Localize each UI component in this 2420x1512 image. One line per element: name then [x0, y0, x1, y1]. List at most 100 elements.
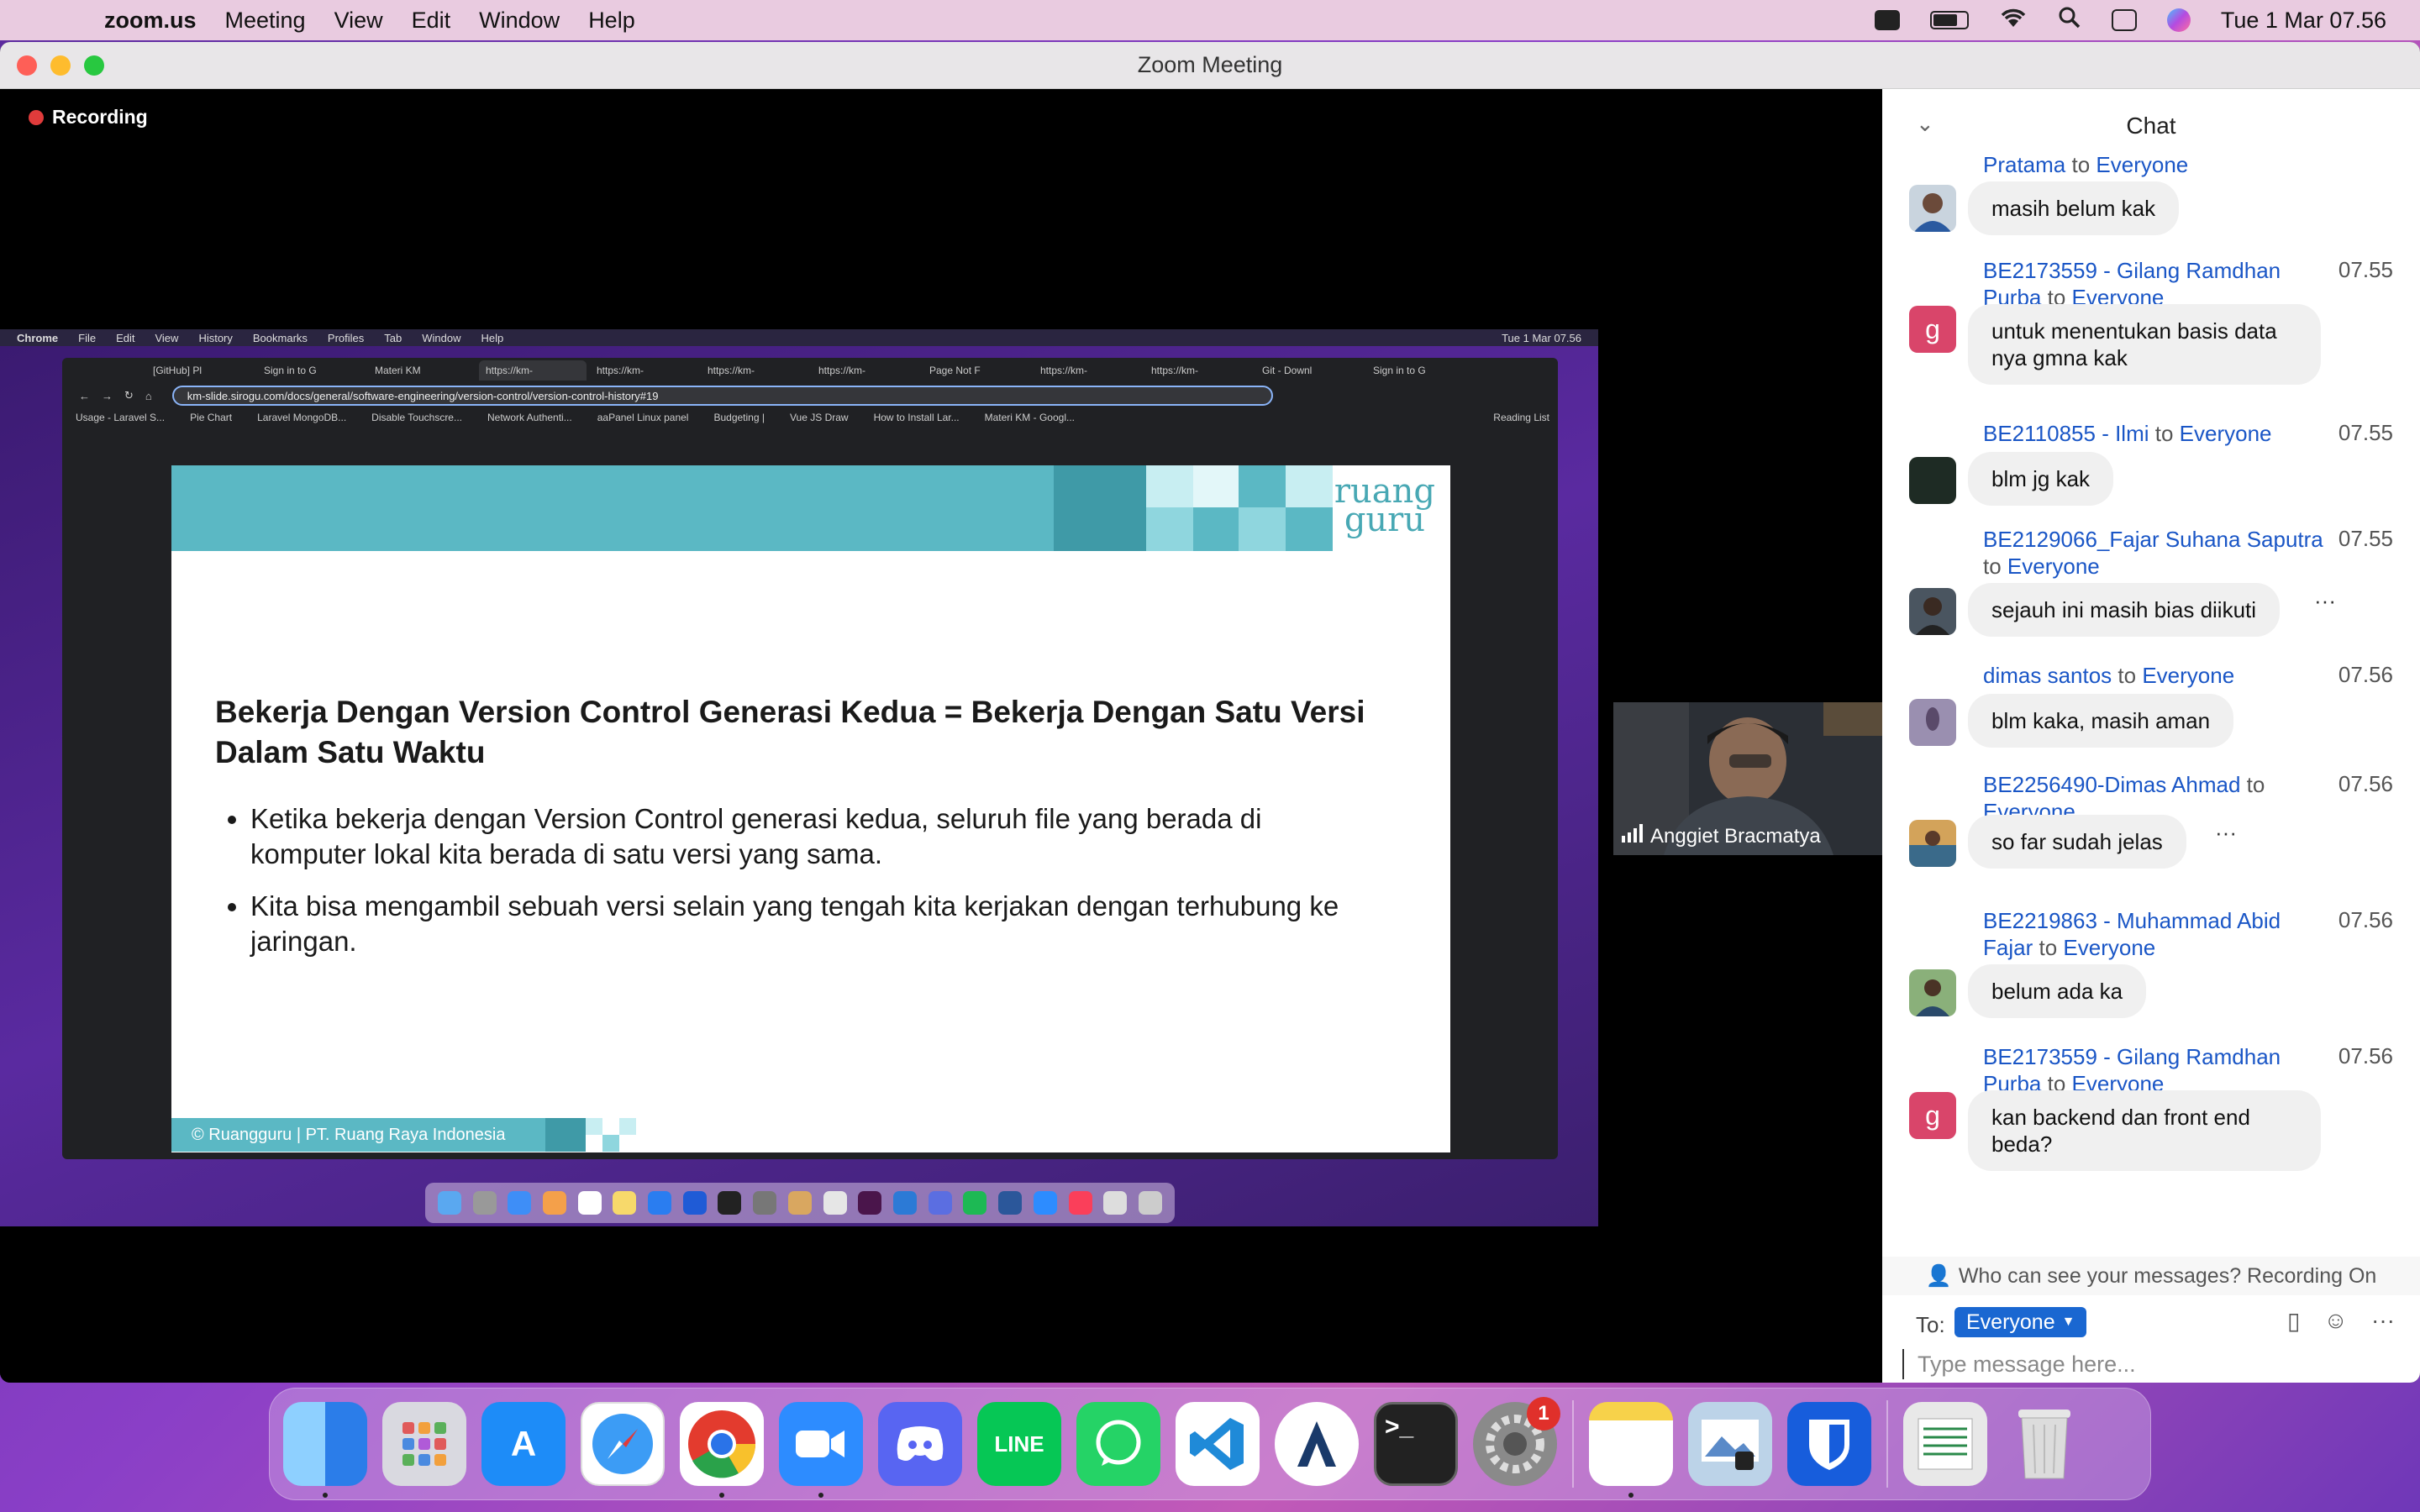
minimize-window-button[interactable] — [50, 55, 71, 76]
maximize-window-button[interactable] — [84, 55, 104, 76]
chat-time: 07.56 — [2338, 1043, 2393, 1068]
zoom-status-icon[interactable] — [1874, 10, 1900, 30]
bookmarks-bar: Usage - Laravel S... Pie Chart Laravel M… — [62, 408, 1558, 427]
more-options-icon[interactable]: ··· — [2215, 820, 2237, 846]
recipient-dropdown[interactable]: Everyone ▼ — [1954, 1307, 2087, 1337]
siri-icon[interactable] — [2166, 8, 2191, 32]
notes-icon[interactable] — [1589, 1402, 1673, 1498]
control-center-icon[interactable] — [2111, 9, 2137, 31]
wifi-icon[interactable] — [1999, 7, 2028, 34]
browser-tab: [GitHub] Pl — [153, 365, 203, 376]
participant-video[interactable]: Anggiet Bracmatya — [1613, 702, 1882, 855]
chat-time: 07.56 — [2338, 907, 2393, 932]
slide-decor-square — [1239, 507, 1286, 551]
dock-folder-icon — [1103, 1191, 1128, 1215]
sender-name[interactable]: Pratama — [1983, 153, 2065, 177]
browser-tab: https://km- — [597, 365, 644, 376]
avatar[interactable]: g — [1909, 1092, 1956, 1139]
line-icon[interactable]: LINE — [977, 1402, 1061, 1486]
chat-messages[interactable]: Pratama to Everyone masih belum kak BE21… — [1882, 153, 2420, 1278]
shared-menu-item: Edit — [116, 331, 135, 344]
browser-tab: Materi KM — [375, 365, 421, 376]
shared-menu-item: View — [155, 331, 179, 344]
to-label: to — [2039, 935, 2058, 960]
sender-name[interactable]: dimas santos — [1983, 663, 2112, 688]
xcode-instruments-icon[interactable] — [1275, 1402, 1359, 1486]
shared-menu-item: File — [78, 331, 97, 344]
dock-separator — [1886, 1400, 1888, 1488]
chrome-icon[interactable] — [680, 1402, 764, 1498]
reload-icon: ↻ — [124, 389, 134, 402]
avatar[interactable] — [1909, 185, 1956, 232]
chat-title: Chat — [2126, 113, 2176, 139]
more-icon[interactable]: ··· — [2371, 1307, 2395, 1335]
safari-icon[interactable] — [581, 1402, 665, 1486]
menu-help[interactable]: Help — [588, 8, 635, 34]
slide-footer: © Ruangguru | PT. Ruang Raya Indonesia — [171, 1118, 545, 1152]
more-options-icon[interactable]: ··· — [2314, 588, 2336, 614]
chat-header: ⌄ Chat — [1882, 89, 2420, 163]
chat-privacy-notice[interactable]: 👤 Who can see your messages? Recording O… — [1882, 1257, 2420, 1295]
system-preferences-icon[interactable]: 1 — [1473, 1397, 1560, 1486]
to-label: to — [2118, 663, 2137, 688]
battery-icon[interactable] — [1929, 11, 1969, 29]
sender-name[interactable]: BE2129066_Fajar Suhana Saputra — [1983, 527, 2323, 552]
bitwarden-icon[interactable] — [1787, 1402, 1871, 1486]
preview-icon[interactable] — [1688, 1402, 1772, 1486]
target-name: Everyone — [2063, 935, 2156, 960]
avatar[interactable] — [1909, 457, 1956, 504]
zoom-icon[interactable] — [779, 1402, 863, 1498]
vscode-icon[interactable] — [1176, 1402, 1260, 1486]
terminal-icon[interactable]: >_ — [1374, 1402, 1458, 1486]
dock-word-icon — [998, 1191, 1023, 1215]
dock-zoom-icon — [1033, 1191, 1057, 1215]
slide-decor-square — [1286, 465, 1333, 507]
participant-name-tag: Anggiet Bracmatya — [1622, 824, 1821, 848]
home-icon: ⌂ — [145, 389, 152, 402]
avatar[interactable]: g — [1909, 306, 1956, 353]
shared-menu-clock: Tue 1 Mar 07.56 — [1502, 331, 1581, 344]
avatar[interactable] — [1909, 699, 1956, 746]
chat-sender: BE2129066_Fajar Suhana Saputra to Everyo… — [1983, 526, 2336, 580]
bookmark: Materi KM - Googl... — [984, 412, 1075, 423]
dock-separator — [1572, 1400, 1574, 1488]
caret-down-icon: ▼ — [2061, 1315, 2075, 1329]
recording-indicator: Recording — [29, 106, 148, 129]
slide-bullets: Ketika bekerja dengan Version Control ge… — [250, 801, 1385, 976]
close-window-button[interactable] — [17, 55, 37, 76]
app-store-icon[interactable]: A — [481, 1402, 566, 1486]
menu-app[interactable]: zoom.us — [104, 8, 197, 34]
launchpad-icon[interactable] — [382, 1402, 466, 1486]
menu-view[interactable]: View — [334, 8, 383, 34]
chevron-down-icon[interactable]: ⌄ — [1916, 111, 1934, 137]
notification-badge: 1 — [1527, 1397, 1560, 1431]
shared-dock — [425, 1183, 1175, 1223]
finder-icon[interactable] — [283, 1402, 367, 1498]
search-icon[interactable] — [2058, 6, 2081, 35]
discord-icon[interactable] — [878, 1402, 962, 1486]
sender-name[interactable]: BE2256490-Dimas Ahmad — [1983, 772, 2240, 797]
record-dot-icon — [29, 109, 44, 125]
menu-window[interactable]: Window — [479, 8, 560, 34]
avatar[interactable] — [1909, 588, 1956, 635]
menubar-clock[interactable]: Tue 1 Mar 07.56 — [2221, 8, 2386, 34]
menu-edit[interactable]: Edit — [412, 8, 451, 34]
avatar[interactable] — [1909, 820, 1956, 867]
emoji-icon[interactable]: ☺ — [2323, 1307, 2348, 1335]
slide-decor-square — [1146, 465, 1193, 507]
file-icon[interactable]: ▯ — [2287, 1307, 2300, 1335]
chat-bubble: masih belum kak — [1968, 181, 2180, 235]
titlebar: Zoom Meeting — [0, 42, 2420, 89]
slide-decor-square — [619, 1118, 636, 1135]
browser-toolbar: ← → ↻ ⌂ km-slide.sirogu.com/docs/general… — [62, 383, 1558, 408]
sender-name[interactable]: BE2110855 - Ilmi — [1983, 421, 2149, 446]
menu-meeting[interactable]: Meeting — [225, 8, 306, 34]
browser-url-bar: km-slide.sirogu.com/docs/general/softwar… — [171, 386, 1273, 406]
documents-stack-icon[interactable] — [1903, 1402, 1987, 1486]
message-input[interactable]: Type message here... — [1902, 1349, 2373, 1379]
avatar[interactable] — [1909, 969, 1956, 1016]
slide-decor-square — [1146, 507, 1193, 551]
whatsapp-icon[interactable] — [1076, 1402, 1160, 1486]
trash-icon[interactable] — [2002, 1402, 2086, 1486]
chat-sender: BE2173559 - Gilang Ramdhan Purba to Ever… — [1983, 257, 2311, 311]
